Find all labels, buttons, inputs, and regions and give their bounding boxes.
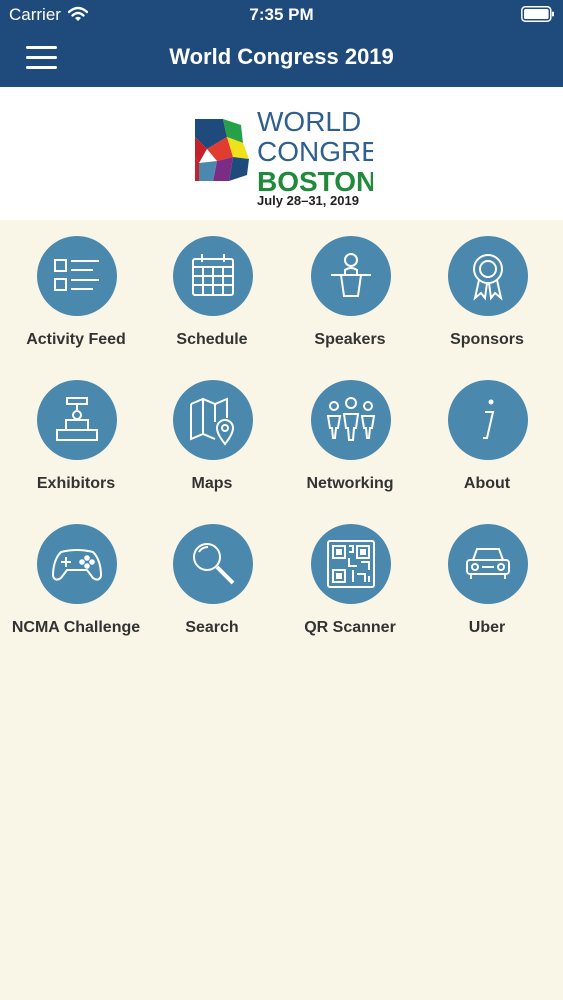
tile-activity-feed[interactable]: Activity Feed — [6, 220, 146, 350]
tile-icon-circle — [173, 380, 253, 460]
tile-about[interactable]: About — [417, 364, 557, 494]
tile-networking[interactable]: Networking — [280, 364, 420, 494]
tile-label: Networking — [306, 475, 394, 492]
tile-label: QR Scanner — [304, 619, 396, 636]
tile-icon-circle — [37, 380, 117, 460]
tile-sponsors[interactable]: Sponsors — [417, 220, 557, 350]
magnifier-icon — [193, 543, 235, 585]
logo-line-congress: CONGRESS — [257, 136, 373, 167]
tile-icon-circle — [37, 524, 117, 604]
tile-icon-circle — [448, 380, 528, 460]
tile-qr-scanner[interactable]: QR Scanner — [280, 508, 420, 638]
tile-uber[interactable]: Uber — [417, 508, 557, 638]
tile-icon-circle — [173, 524, 253, 604]
tile-label: Activity Feed — [26, 331, 126, 348]
tile-label: Exhibitors — [36, 475, 116, 492]
qr-code-icon — [327, 540, 375, 588]
battery-icon — [521, 6, 554, 22]
exhibitor-booth-icon — [56, 397, 98, 441]
speaker-podium-icon — [331, 253, 371, 297]
event-banner: WORLD CONGRESS BOSTON July 28–31, 2019 — [0, 87, 563, 220]
tile-label: Search — [185, 619, 239, 636]
tile-icon-circle — [311, 380, 391, 460]
tile-icon-circle — [448, 236, 528, 316]
tile-label: Maps — [191, 475, 233, 492]
tile-icon-circle — [173, 236, 253, 316]
tile-maps[interactable]: Maps — [142, 364, 282, 494]
info-icon — [483, 399, 495, 439]
tile-label: Uber — [468, 619, 506, 636]
app-title: World Congress 2019 — [169, 44, 394, 69]
status-time: 7:35 PM — [249, 5, 314, 24]
tile-search[interactable]: Search — [142, 508, 282, 638]
tile-label: Sponsors — [450, 331, 524, 348]
tile-schedule[interactable]: Schedule — [142, 220, 282, 350]
car-icon — [466, 548, 510, 579]
activity-feed-icon — [54, 259, 99, 291]
tile-label: Speakers — [314, 331, 386, 348]
logo-line-world: WORLD — [257, 106, 361, 137]
people-group-icon — [326, 397, 376, 441]
status-bar: Carrier 7:35 PM — [0, 0, 563, 30]
tile-icon-circle — [37, 236, 117, 316]
tile-label: Schedule — [176, 331, 248, 348]
calendar-icon — [192, 254, 234, 296]
tile-icon-circle — [448, 524, 528, 604]
map-pin-icon — [190, 397, 235, 446]
tile-speakers[interactable]: Speakers — [280, 220, 420, 350]
gamepad-icon — [51, 549, 103, 581]
event-dates: July 28–31, 2019 — [257, 193, 359, 208]
tile-icon-circle — [311, 524, 391, 604]
tile-exhibitors[interactable]: Exhibitors — [6, 364, 146, 494]
tile-ncma-challenge[interactable]: NCMA Challenge — [6, 508, 146, 638]
tile-label: About — [463, 475, 511, 492]
award-ribbon-icon — [473, 254, 503, 301]
top-navigation-bar: Carrier 7:35 PM World Congress 2019 — [0, 0, 563, 87]
tile-icon-circle — [311, 236, 391, 316]
world-congress-logo: WORLD CONGRESS BOSTON July 28–31, 2019 — [195, 106, 373, 208]
tile-label: NCMA Challenge — [11, 619, 141, 636]
